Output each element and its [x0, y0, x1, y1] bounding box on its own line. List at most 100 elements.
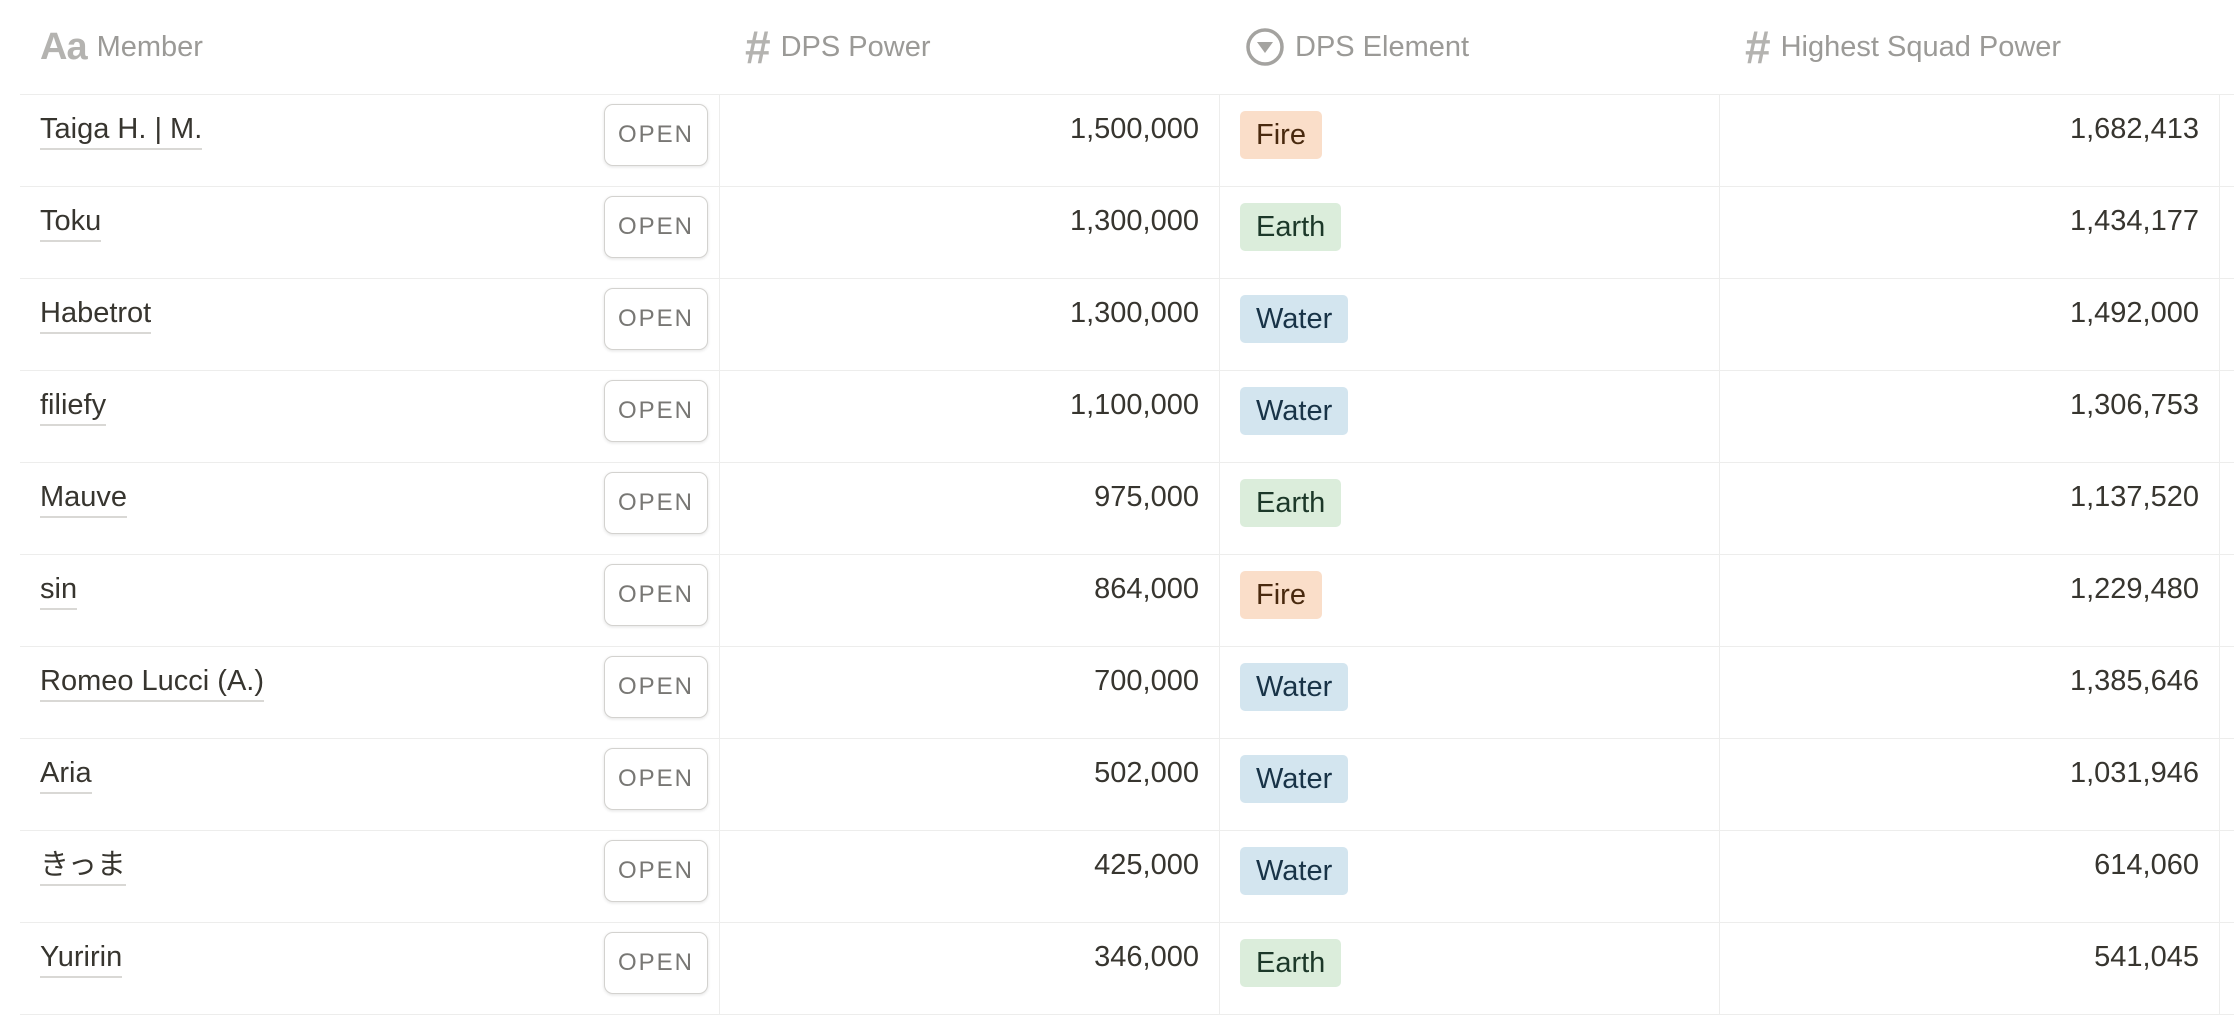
dps-power-cell[interactable]: 1,300,000 — [720, 279, 1220, 370]
dps-element-cell[interactable]: Water — [1220, 647, 1720, 738]
dps-power-value: 1,300,000 — [1069, 205, 1199, 237]
open-button[interactable]: OPEN — [604, 564, 708, 626]
highest-squad-power-cell[interactable]: 1,306,753 — [1720, 371, 2220, 462]
member-cell[interactable]: Taiga H. | M. OPEN — [20, 95, 720, 186]
member-name[interactable]: Habetrot — [40, 295, 152, 335]
table-row[interactable]: Habetrot OPEN 1,300,000 Water 1,492,000 — [20, 279, 2234, 371]
open-button[interactable]: OPEN — [604, 748, 708, 810]
open-button[interactable]: OPEN — [604, 380, 708, 442]
column-header-dps-element[interactable]: DPS Element — [1220, 0, 1720, 94]
highest-squad-power-cell[interactable]: 1,229,480 — [1720, 555, 2220, 646]
member-cell[interactable]: Toku OPEN — [20, 187, 720, 278]
dps-power-cell[interactable]: 700,000 — [720, 647, 1220, 738]
database-table: Aa Member # DPS Power DPS Element # High… — [20, 0, 2234, 1015]
member-cell[interactable]: Habetrot OPEN — [20, 279, 720, 370]
dps-power-cell[interactable]: 502,000 — [720, 739, 1220, 830]
dps-power-value: 1,300,000 — [1069, 297, 1199, 329]
member-cell[interactable]: sin OPEN — [20, 555, 720, 646]
open-button[interactable]: OPEN — [604, 472, 708, 534]
element-tag: Water — [1240, 847, 1349, 895]
member-cell[interactable]: Romeo Lucci (A.) OPEN — [20, 647, 720, 738]
dps-element-cell[interactable]: Earth — [1220, 923, 1720, 1014]
dps-power-cell[interactable]: 1,300,000 — [720, 187, 1220, 278]
column-header-dps-power[interactable]: # DPS Power — [720, 0, 1220, 94]
dps-power-cell[interactable]: 346,000 — [720, 923, 1220, 1014]
member-cell[interactable]: Aria OPEN — [20, 739, 720, 830]
dps-power-value: 1,500,000 — [1069, 113, 1199, 145]
highest-squad-power-value: 1,229,480 — [2069, 573, 2199, 605]
member-name[interactable]: Taiga H. | M. — [40, 111, 203, 151]
highest-squad-power-cell[interactable]: 1,137,520 — [1720, 463, 2220, 554]
column-header-member[interactable]: Aa Member — [20, 0, 720, 94]
member-name[interactable]: Mauve — [40, 479, 128, 519]
dps-element-cell[interactable]: Fire — [1220, 95, 1720, 186]
overflow-cell — [2220, 279, 2234, 370]
highest-squad-power-cell[interactable]: 1,492,000 — [1720, 279, 2220, 370]
dps-element-cell[interactable]: Earth — [1220, 463, 1720, 554]
element-tag: Fire — [1240, 571, 1322, 619]
dps-power-cell[interactable]: 425,000 — [720, 831, 1220, 922]
table-row[interactable]: Mauve OPEN 975,000 Earth 1,137,520 — [20, 463, 2234, 555]
number-hash-icon: # — [1745, 21, 1771, 73]
open-button[interactable]: OPEN — [604, 288, 708, 350]
member-name[interactable]: Romeo Lucci (A.) — [40, 663, 265, 703]
member-name[interactable]: Aria — [40, 755, 92, 795]
dps-element-cell[interactable]: Fire — [1220, 555, 1720, 646]
member-cell[interactable]: きっま OPEN — [20, 831, 720, 922]
member-name[interactable]: きっま — [40, 847, 126, 887]
open-button[interactable]: OPEN — [604, 656, 708, 718]
overflow-cell — [2220, 371, 2234, 462]
highest-squad-power-cell[interactable]: 1,385,646 — [1720, 647, 2220, 738]
open-button[interactable]: OPEN — [604, 840, 708, 902]
highest-squad-power-value: 1,682,413 — [2069, 113, 2199, 145]
highest-squad-power-value: 1,385,646 — [2069, 665, 2199, 697]
table-row[interactable]: filiefy OPEN 1,100,000 Water 1,306,753 — [20, 371, 2234, 463]
dps-element-cell[interactable]: Water — [1220, 371, 1720, 462]
open-button[interactable]: OPEN — [604, 196, 708, 258]
dps-power-value: 700,000 — [1094, 665, 1199, 697]
table-row[interactable]: Yuririn OPEN 346,000 Earth 541,045 — [20, 923, 2234, 1015]
dps-power-cell[interactable]: 864,000 — [720, 555, 1220, 646]
table-row[interactable]: sin OPEN 864,000 Fire 1,229,480 — [20, 555, 2234, 647]
member-name[interactable]: filiefy — [40, 387, 107, 427]
column-header-label: DPS Power — [780, 30, 931, 63]
text-aa-icon: Aa — [40, 25, 88, 68]
member-cell[interactable]: filiefy OPEN — [20, 371, 720, 462]
column-header-label: Highest Squad Power — [1780, 30, 2062, 63]
dps-power-cell[interactable]: 1,100,000 — [720, 371, 1220, 462]
select-circle-icon — [1245, 27, 1285, 67]
number-hash-icon: # — [745, 21, 771, 73]
overflow-cell — [2220, 463, 2234, 554]
table-row[interactable]: Aria OPEN 502,000 Water 1,031,946 — [20, 739, 2234, 831]
table-row[interactable]: Taiga H. | M. OPEN 1,500,000 Fire 1,682,… — [20, 95, 2234, 187]
table-row[interactable]: きっま OPEN 425,000 Water 614,060 — [20, 831, 2234, 923]
member-name[interactable]: Toku — [40, 203, 102, 243]
dps-power-value: 864,000 — [1094, 573, 1199, 605]
member-cell[interactable]: Yuririn OPEN — [20, 923, 720, 1014]
dps-power-cell[interactable]: 975,000 — [720, 463, 1220, 554]
table-row[interactable]: Toku OPEN 1,300,000 Earth 1,434,177 — [20, 187, 2234, 279]
overflow-cell — [2220, 187, 2234, 278]
dps-power-value: 975,000 — [1094, 481, 1199, 513]
open-button[interactable]: OPEN — [604, 932, 708, 994]
dps-element-cell[interactable]: Water — [1220, 739, 1720, 830]
member-name[interactable]: Yuririn — [40, 939, 123, 979]
open-button[interactable]: OPEN — [604, 104, 708, 166]
highest-squad-power-cell[interactable]: 614,060 — [1720, 831, 2220, 922]
dps-power-value: 346,000 — [1094, 941, 1199, 973]
overflow-cell — [2220, 647, 2234, 738]
table-row[interactable]: Romeo Lucci (A.) OPEN 700,000 Water 1,38… — [20, 647, 2234, 739]
member-cell[interactable]: Mauve OPEN — [20, 463, 720, 554]
dps-element-cell[interactable]: Water — [1220, 831, 1720, 922]
highest-squad-power-value: 614,060 — [2094, 849, 2199, 881]
dps-element-cell[interactable]: Water — [1220, 279, 1720, 370]
member-name[interactable]: sin — [40, 571, 78, 611]
highest-squad-power-cell[interactable]: 541,045 — [1720, 923, 2220, 1014]
dps-power-cell[interactable]: 1,500,000 — [720, 95, 1220, 186]
highest-squad-power-cell[interactable]: 1,434,177 — [1720, 187, 2220, 278]
highest-squad-power-cell[interactable]: 1,682,413 — [1720, 95, 2220, 186]
dps-element-cell[interactable]: Earth — [1220, 187, 1720, 278]
dps-power-value: 1,100,000 — [1069, 389, 1199, 421]
highest-squad-power-cell[interactable]: 1,031,946 — [1720, 739, 2220, 830]
column-header-highest-squad-power[interactable]: # Highest Squad Power — [1720, 0, 2220, 94]
